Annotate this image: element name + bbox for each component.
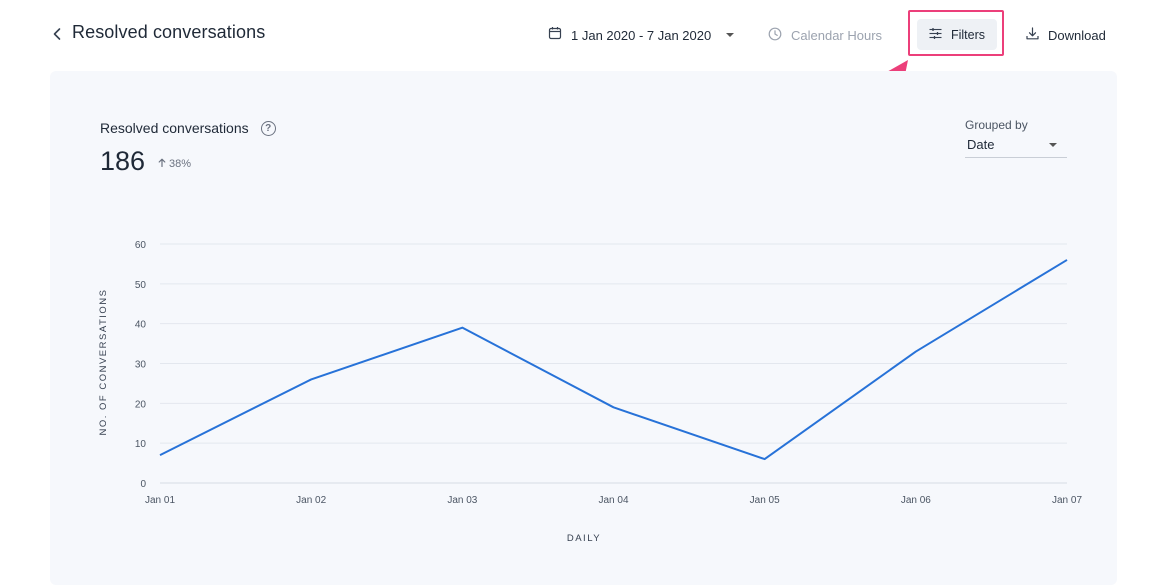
clock-icon <box>768 27 782 44</box>
metric-change-value: 38% <box>169 158 192 170</box>
report-card <box>50 71 1117 585</box>
page-title: Resolved conversations <box>72 22 266 42</box>
metric-change: 38% <box>158 158 191 170</box>
page-header: Resolved conversations 1 Jan 2020 - 7 Ja… <box>0 0 1160 70</box>
arrow-up-icon <box>158 158 166 170</box>
metric-value: 186 <box>100 146 146 176</box>
chevron-down-icon <box>1049 142 1057 147</box>
date-range-label: 1 Jan 2020 - 7 Jan 2020 <box>571 27 712 43</box>
metric-title: Resolved conversations <box>100 120 249 136</box>
calendar-hours-label: Calendar Hours <box>791 27 883 43</box>
calendar-icon <box>548 26 562 45</box>
metric-header: Resolved conversations ? <box>100 120 276 136</box>
chevron-down-icon <box>726 33 735 37</box>
filters-label: Filters <box>950 27 986 42</box>
grouped-by-select[interactable]: Grouped by Date <box>965 118 1067 158</box>
download-icon <box>1026 27 1039 43</box>
filters-button[interactable]: Filters <box>917 19 997 50</box>
grouped-by-value: Date <box>967 137 995 152</box>
date-range-picker[interactable]: 1 Jan 2020 - 7 Jan 2020 <box>548 24 735 46</box>
grouped-by-dropdown[interactable]: Date <box>965 136 1067 158</box>
download-label: Download <box>1048 27 1106 43</box>
grouped-by-label: Grouped by <box>965 118 1028 132</box>
help-icon[interactable]: ? <box>260 120 276 136</box>
sliders-icon <box>929 27 942 42</box>
download-button[interactable]: Download <box>1026 24 1106 46</box>
back-icon[interactable] <box>48 24 66 44</box>
calendar-hours-button[interactable]: Calendar Hours <box>768 24 882 46</box>
